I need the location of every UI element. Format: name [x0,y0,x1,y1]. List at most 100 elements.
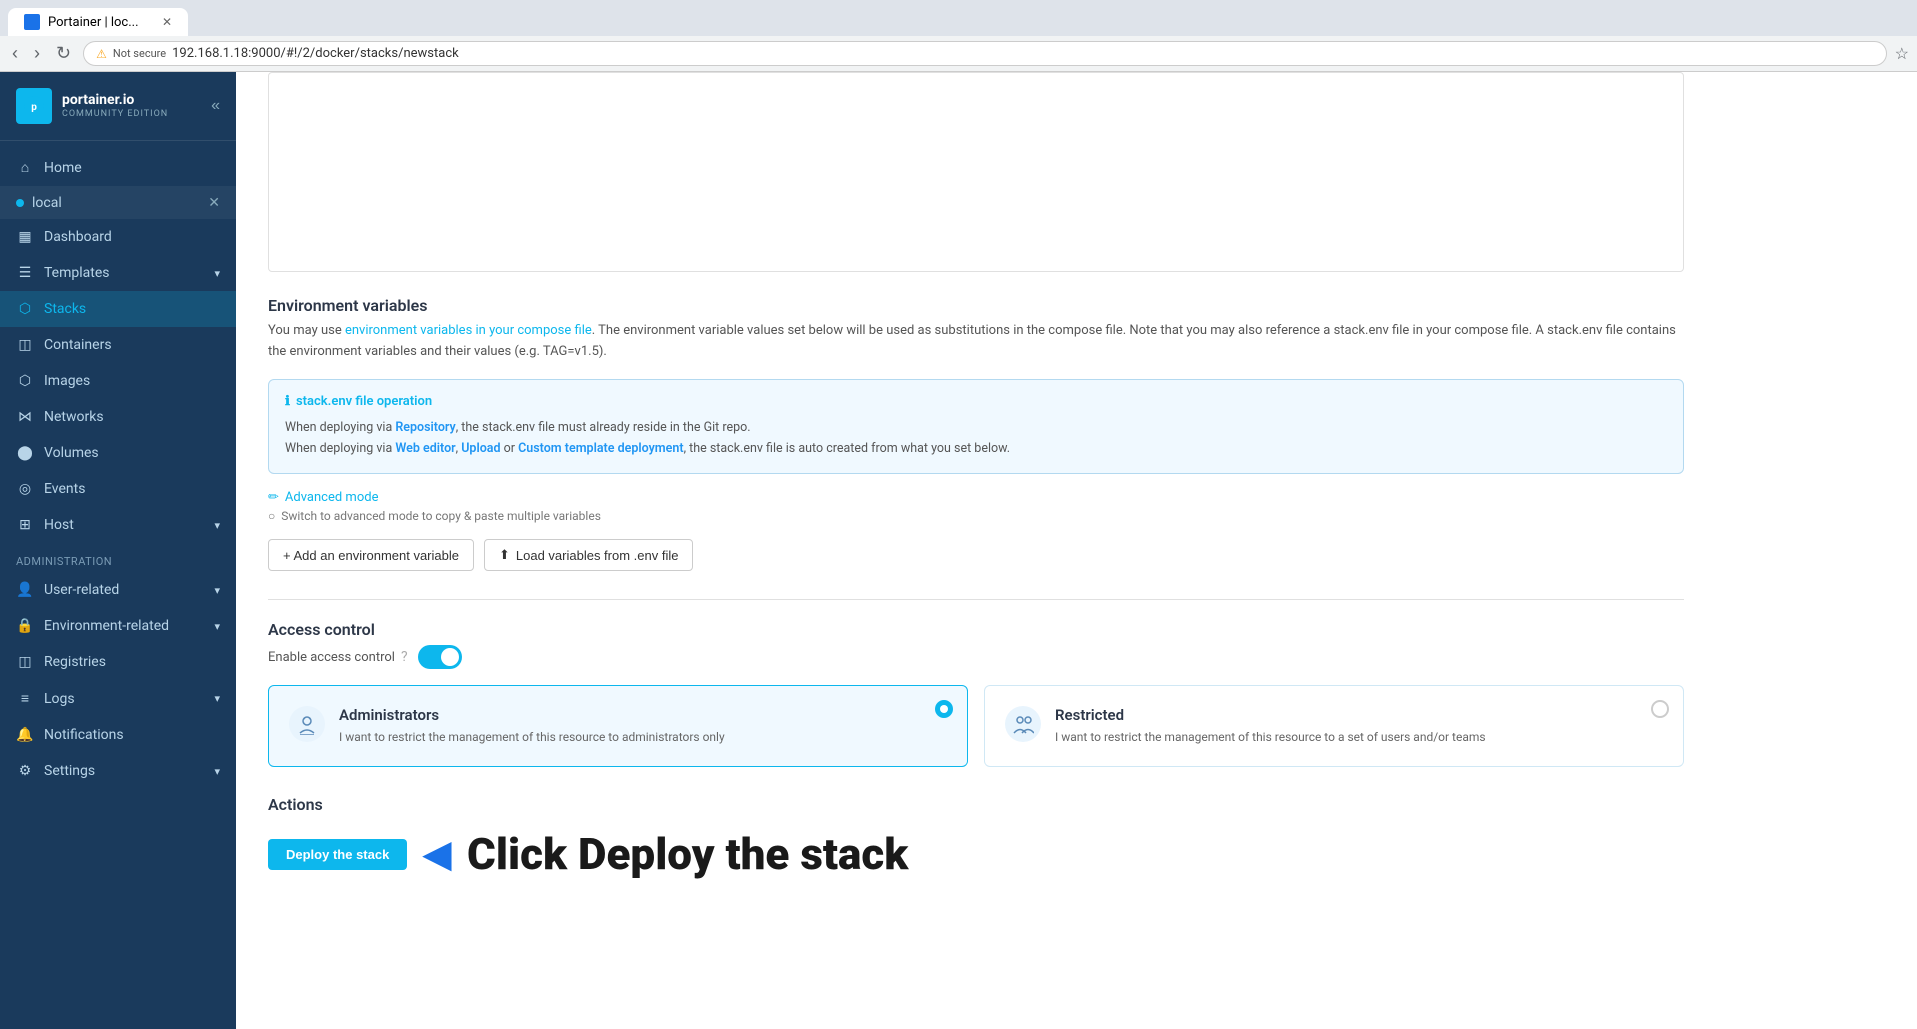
host-label: Host [44,517,74,533]
svg-text:p: p [31,102,37,113]
address-bar[interactable]: ⚠ Not secure 192.168.1.18:9000/#!/2/dock… [83,41,1887,66]
networks-label: Networks [44,409,104,425]
registries-icon: ◫ [16,654,34,670]
sidebar-item-host[interactable]: ⊞ Host ▾ [0,507,236,543]
sidebar-item-user-related[interactable]: 👤 User-related ▾ [0,572,236,608]
restricted-access-card[interactable]: Restricted I want to restrict the manage… [984,685,1684,767]
bookmark-btn[interactable]: ☆ [1895,44,1909,64]
browser-toolbar: ‹ › ↻ ⚠ Not secure 192.168.1.18:9000/#!/… [0,36,1917,72]
access-control-section: Access control Enable access control ? [268,620,1684,767]
edition-label: COMMUNITY EDITION [62,109,168,120]
sidebar-item-volumes[interactable]: ⬤ Volumes [0,435,236,471]
reload-btn[interactable]: ↻ [52,39,75,68]
sidebar-item-templates[interactable]: ☰ Templates ▾ [0,255,236,291]
admin-radio[interactable] [935,700,953,718]
load-vars-btn[interactable]: ⬆ Load variables from .env file [484,539,694,571]
sidebar-item-notifications[interactable]: 🔔 Notifications [0,717,236,753]
advanced-mode-link[interactable]: ✏ Advanced mode [268,490,1684,505]
back-btn[interactable]: ‹ [8,39,22,68]
env-section-desc: You may use environment variables in you… [268,321,1684,363]
restricted-card-desc: I want to restrict the management of thi… [1055,728,1663,746]
code-editor[interactable] [268,72,1684,272]
containers-icon: ◫ [16,337,34,353]
templates-arrow: ▾ [214,267,220,280]
info-box-title: ℹ stack.env file operation [285,394,1667,409]
env-related-icon: 🔒 [16,618,34,634]
enable-access-label: Enable access control ? [268,649,408,665]
tab-title: Portainer | loc... [48,15,139,30]
browser-chrome: Portainer | loc... ✕ ‹ › ↻ ⚠ Not secure … [0,0,1917,72]
sidebar-item-stacks[interactable]: ⬡ Stacks [0,291,236,327]
host-arrow: ▾ [214,519,220,532]
address-text: 192.168.1.18:9000/#!/2/docker/stacks/new… [172,46,1874,61]
content-area: Environment variables You may use enviro… [236,72,1917,1029]
local-env-label: local [32,195,62,211]
access-control-header: Enable access control ? [268,645,1684,669]
browser-tab[interactable]: Portainer | loc... ✕ [8,8,188,36]
logo-icon: p [16,88,52,124]
images-label: Images [44,373,90,389]
deploy-row: Deploy the stack ◀ Click Deploy the stac… [268,828,1684,880]
settings-arrow: ▾ [214,765,220,778]
close-tab-btn[interactable]: ✕ [162,15,172,29]
info-icon: ℹ [285,394,290,409]
volumes-icon: ⬤ [16,445,34,461]
sidebar-item-containers[interactable]: ◫ Containers [0,327,236,363]
sidebar-collapse-btn[interactable]: « [211,97,220,115]
stackenv-info-box: ℹ stack.env file operation When deployin… [268,379,1684,475]
sidebar-item-images[interactable]: ⬡ Images [0,363,236,399]
events-label: Events [44,481,85,497]
hint-icon: ○ [268,509,275,523]
user-related-arrow: ▾ [214,584,220,597]
restricted-radio[interactable] [1651,700,1669,718]
help-icon[interactable]: ? [401,649,408,665]
templates-label: Templates [44,265,110,281]
containers-label: Containers [44,337,112,353]
user-icon: 👤 [16,582,34,598]
forward-btn[interactable]: › [30,39,44,68]
main-content: Environment variables You may use enviro… [236,72,1917,1029]
env-close-btn[interactable]: ✕ [208,194,220,211]
deploy-stack-btn[interactable]: Deploy the stack [268,839,407,870]
sidebar-item-dashboard[interactable]: ▦ Dashboard [0,219,236,255]
not-secure-label: Not secure [113,47,166,60]
dashboard-label: Dashboard [44,229,112,245]
env-btn-group: + Add an environment variable ⬆ Load var… [268,539,1684,571]
logs-icon: ≡ [16,690,34,707]
images-icon: ⬡ [16,373,34,389]
sidebar-item-registries[interactable]: ◫ Registries [0,644,236,680]
env-related-label: Environment-related [44,618,169,634]
restricted-card-content: Restricted I want to restrict the manage… [1055,706,1663,746]
env-status-dot [16,199,24,207]
logs-arrow: ▾ [214,692,220,705]
sidebar-item-home[interactable]: ⌂ Home [0,149,236,186]
admin-card-desc: I want to restrict the management of thi… [339,728,947,746]
env-link[interactable]: environment variables in your compose fi… [345,323,592,338]
admin-card-title: Administrators [339,706,947,724]
stacks-icon: ⬡ [16,301,34,317]
settings-label: Settings [44,763,95,779]
admin-access-card[interactable]: Administrators I want to restrict the ma… [268,685,968,767]
logo-text: portainer.io COMMUNITY EDITION [62,92,168,120]
sidebar-local-env[interactable]: local ✕ [0,186,236,219]
dashboard-icon: ▦ [16,229,34,245]
env-related-arrow: ▾ [214,620,220,633]
info-box-body: When deploying via Repository, the stack… [285,417,1667,460]
add-env-var-btn[interactable]: + Add an environment variable [268,539,474,571]
sidebar-item-logs[interactable]: ≡ Logs ▾ [0,680,236,717]
edit-icon: ✏ [268,490,279,505]
sidebar-item-settings[interactable]: ⚙ Settings ▾ [0,753,236,789]
actions-section: Actions Deploy the stack ◀ Click Deploy … [268,795,1684,900]
networks-icon: ⋈ [16,409,34,425]
sidebar-item-events[interactable]: ◎ Events [0,471,236,507]
access-cards-grid: Administrators I want to restrict the ma… [268,685,1684,767]
sidebar: p portainer.io COMMUNITY EDITION « ⌂ Hom… [0,72,236,1029]
sidebar-item-env-related[interactable]: 🔒 Environment-related ▾ [0,608,236,644]
sidebar-item-networks[interactable]: ⋈ Networks [0,399,236,435]
access-control-toggle[interactable] [418,645,462,669]
admin-card-icon [289,706,325,742]
page-content: Environment variables You may use enviro… [236,72,1716,932]
security-icon: ⚠ [96,47,107,61]
logs-label: Logs [44,691,75,707]
env-variables-section: Environment variables You may use enviro… [268,296,1684,571]
